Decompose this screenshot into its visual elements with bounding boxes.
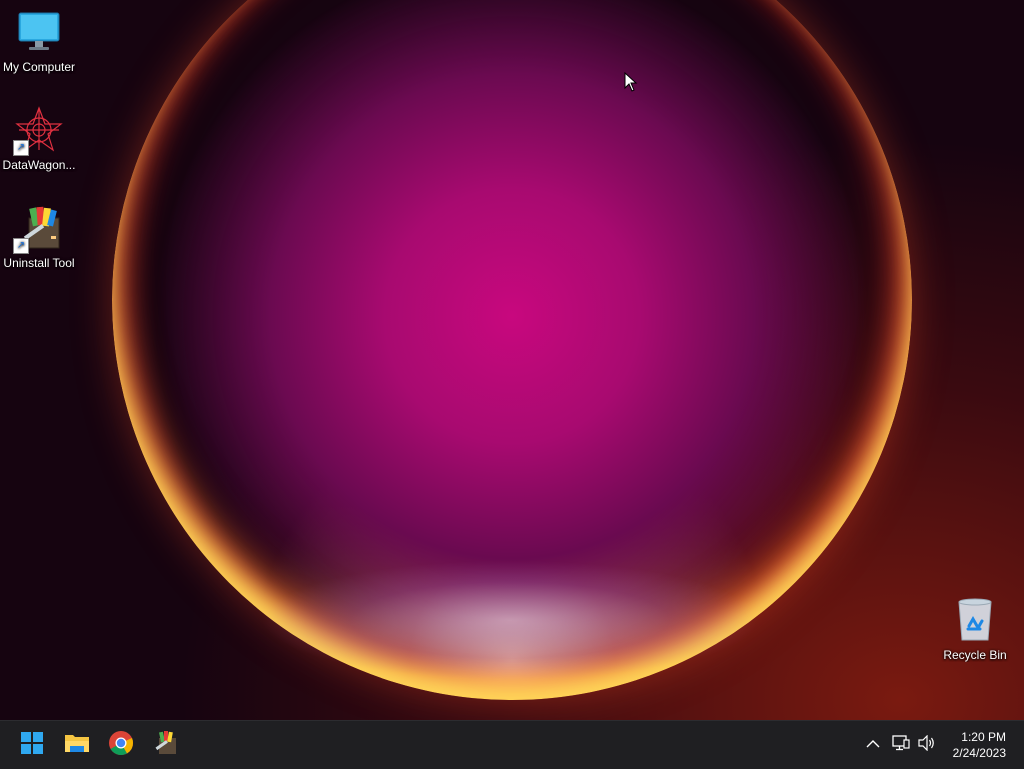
desktop-icon-datawagon[interactable]: ↗ DataWagon...	[0, 106, 78, 172]
desktop-icon-recycle-bin[interactable]: Recycle Bin	[936, 596, 1014, 662]
show-hidden-icons-button[interactable]	[864, 735, 882, 755]
network-icon	[892, 734, 910, 756]
desktop-icon-label: DataWagon...	[2, 158, 76, 172]
desktop-icon-label: Uninstall Tool	[3, 256, 75, 270]
desktop-icon-uninstall-tool[interactable]: ↗ Uninstall Tool	[0, 204, 78, 270]
desktop-icon-label: My Computer	[2, 60, 76, 74]
shortcut-arrow-icon: ↗	[13, 140, 29, 156]
monitor-icon	[15, 8, 63, 56]
taskbar-chrome-button[interactable]	[103, 727, 139, 763]
recycle-bin-icon	[951, 596, 999, 644]
volume-icon	[918, 734, 936, 756]
desktop-icon-my-computer[interactable]: My Computer	[0, 8, 78, 74]
taskbar-file-explorer-button[interactable]	[59, 727, 95, 763]
shortcut-arrow-icon: ↗	[13, 238, 29, 254]
start-button[interactable]	[14, 727, 50, 763]
taskbar: 1:20 PM 2/24/2023	[0, 720, 1024, 769]
folder-icon	[64, 732, 90, 759]
chevron-up-icon	[866, 736, 880, 754]
taskbar-clock[interactable]: 1:20 PM 2/24/2023	[953, 729, 1006, 761]
uninstall-tool-icon: ↗	[13, 204, 63, 254]
clock-date: 2/24/2023	[952, 746, 1006, 760]
windows-start-icon	[20, 731, 44, 760]
desktop-icon-label: Recycle Bin	[943, 648, 1007, 662]
volume-button[interactable]	[916, 734, 938, 756]
wallpaper-orb-glow	[260, 560, 760, 680]
desktop-wallpaper	[0, 0, 1024, 720]
taskbar-uninstall-tool-button[interactable]	[147, 727, 183, 763]
network-button[interactable]	[890, 734, 912, 756]
uninstall-tool-icon	[152, 730, 178, 761]
datawagon-icon: ↗	[13, 106, 63, 156]
mouse-cursor-icon	[624, 71, 638, 97]
chrome-icon	[108, 730, 134, 761]
clock-time: 1:20 PM	[961, 730, 1006, 744]
